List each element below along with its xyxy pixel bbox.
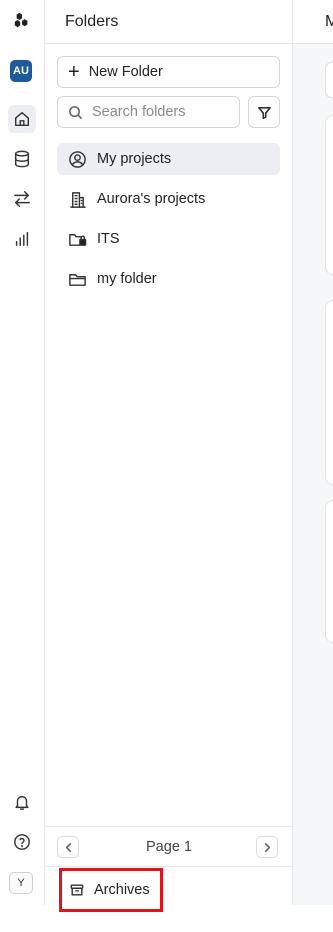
plus-icon: +: [68, 61, 80, 83]
user-circle-icon: [67, 149, 87, 169]
folder-item-auroras-projects[interactable]: Aurora's projects: [57, 183, 280, 215]
folder-label: ITS: [97, 231, 120, 247]
locked-folder-icon: [67, 229, 87, 249]
chart-icon[interactable]: [8, 225, 36, 253]
transfer-icon[interactable]: [8, 185, 36, 213]
new-folder-label: New Folder: [88, 64, 163, 80]
filter-button[interactable]: [248, 96, 280, 128]
building-icon: [67, 189, 87, 209]
folder-label: My projects: [97, 151, 172, 167]
project-card[interactable]: [325, 500, 333, 643]
archives-button[interactable]: Archives: [59, 868, 163, 912]
new-folder-button[interactable]: + New Folder: [57, 56, 280, 88]
chevron-right-icon: [264, 842, 270, 852]
main-content: M: [293, 0, 333, 905]
bell-icon[interactable]: [8, 788, 36, 816]
folder-icon: [67, 269, 87, 289]
content-title: M: [293, 0, 333, 44]
search-icon: [69, 105, 83, 119]
panel-title: Folders: [45, 0, 292, 44]
folder-item-my-projects[interactable]: My projects: [57, 143, 280, 175]
folders-panel: Folders + New Folder My projects Aurora'…: [45, 0, 293, 912]
search-box[interactable]: [57, 96, 240, 128]
logo-icon[interactable]: [8, 6, 36, 34]
search-input[interactable]: [92, 104, 232, 120]
folder-item-its[interactable]: ITS: [57, 223, 280, 255]
database-icon[interactable]: [8, 145, 36, 173]
content-toolbar-control[interactable]: [325, 62, 333, 98]
filter-icon: [257, 106, 271, 119]
folder-item-my-folder[interactable]: my folder: [57, 263, 280, 295]
project-card[interactable]: [325, 115, 333, 275]
help-icon[interactable]: [8, 828, 36, 856]
pagination: Page 1: [45, 826, 293, 867]
next-page-button[interactable]: [256, 836, 278, 858]
folder-label: Aurora's projects: [97, 191, 206, 207]
archives-label: Archives: [94, 882, 150, 898]
org-badge[interactable]: AU: [10, 60, 32, 82]
archive-icon: [70, 884, 84, 896]
icon-rail: AU Y: [0, 0, 45, 905]
folder-label: my folder: [97, 271, 157, 287]
home-icon[interactable]: [8, 105, 36, 133]
user-avatar[interactable]: Y: [9, 872, 33, 894]
project-card[interactable]: [325, 300, 333, 485]
